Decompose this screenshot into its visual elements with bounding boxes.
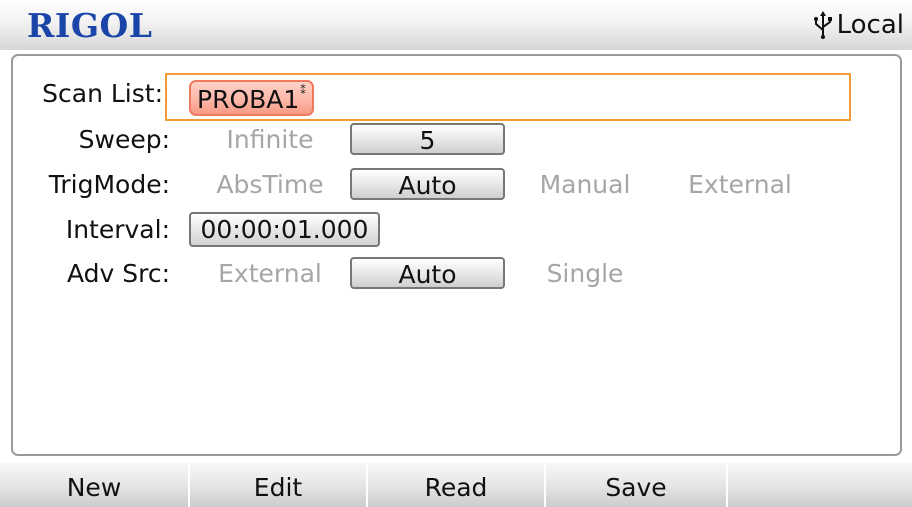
scan-list-value-text: PROBA1: [197, 85, 300, 114]
status-area: Local: [813, 10, 904, 40]
scan-list-value[interactable]: PROBA1⁑: [189, 80, 314, 116]
scan-list-field[interactable]: PROBA1⁑: [165, 73, 851, 121]
softkey-bar: New Edit Read Save: [0, 463, 912, 507]
trigmode-option-manual[interactable]: Manual: [520, 169, 650, 201]
header-bar: RIGOL Local: [0, 0, 912, 50]
softkey-read[interactable]: Read: [368, 463, 546, 507]
adv-src-option-external[interactable]: External: [205, 258, 335, 290]
adv-src-option-single[interactable]: Single: [520, 258, 650, 290]
cursor-icon: ⁑: [300, 84, 306, 97]
trigmode-option-external[interactable]: External: [670, 169, 810, 201]
sweep-label: Sweep:: [78, 125, 170, 154]
adv-src-label: Adv Src:: [66, 259, 170, 288]
rigol-logo: RIGOL: [27, 6, 153, 45]
sweep-option-infinite[interactable]: Infinite: [205, 124, 335, 156]
trigmode-option-abstime[interactable]: AbsTime: [205, 169, 335, 201]
scan-list-label: Scan List:: [42, 79, 163, 108]
softkey-blank[interactable]: [728, 463, 912, 507]
screen: RIGOL Local Scan List: PROBA1⁑ Sweep: In…: [0, 0, 912, 507]
sweep-option-count[interactable]: 5: [350, 123, 505, 155]
softkey-new[interactable]: New: [0, 463, 190, 507]
softkey-save[interactable]: Save: [546, 463, 728, 507]
usb-icon: [813, 10, 833, 40]
interval-field[interactable]: 00:00:01.000: [189, 212, 380, 247]
trigmode-option-auto[interactable]: Auto: [350, 168, 505, 200]
trigmode-label: TrigMode:: [48, 170, 170, 199]
interval-label: Interval:: [65, 215, 170, 244]
adv-src-option-auto[interactable]: Auto: [350, 257, 505, 289]
status-text: Local: [836, 10, 904, 40]
softkey-edit[interactable]: Edit: [190, 463, 368, 507]
